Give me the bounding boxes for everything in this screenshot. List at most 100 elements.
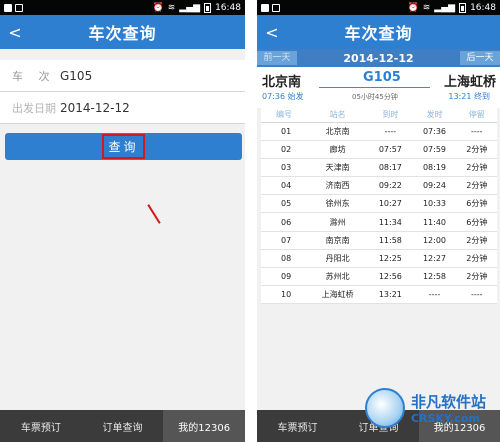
table-row: 04 济南西 09:22 09:24 2分钟	[261, 176, 497, 196]
stop-index: 05	[261, 194, 307, 214]
alarm-icon: ⏰	[407, 2, 419, 13]
table-row: 02 廊坊 07:57 07:59 2分钟	[261, 140, 497, 159]
stop-index: 10	[261, 285, 307, 305]
status-bar: ⏰ ≋ ▂▄▆ 16:48	[0, 0, 245, 15]
query-button[interactable]: 查询	[5, 133, 242, 160]
table-header: 编号 站名 到时 发时 停留	[261, 108, 497, 123]
stop-station: 北京南	[307, 122, 369, 141]
stop-depart: 07:36	[412, 122, 457, 141]
stop-duration: 2分钟	[456, 231, 497, 250]
from-station: 北京南	[262, 75, 302, 90]
signal-icon: ▂▄▆	[434, 2, 456, 13]
tab-order-query[interactable]: 订单查询	[82, 410, 164, 442]
train-number-label: 车 次	[12, 69, 56, 83]
date-switcher: 前一天 2014-12-12 后一天	[257, 49, 500, 67]
stop-depart: 12:27	[412, 249, 457, 269]
app-bar: < 车次查询	[0, 15, 245, 49]
stop-arrive: 10:27	[368, 194, 413, 214]
stop-arrive: ----	[368, 122, 413, 141]
page-title: 车次查询	[88, 24, 157, 43]
notification-icon	[15, 3, 23, 12]
notification-icon	[272, 3, 280, 12]
stop-index: 04	[261, 176, 307, 196]
status-time: 16:48	[470, 2, 496, 13]
stop-duration: ----	[456, 285, 497, 305]
stop-depart: 09:24	[412, 176, 457, 196]
tab-my-12306[interactable]: 我的12306	[163, 410, 245, 442]
left-screen: ⏰ ≋ ▂▄▆ 16:48 < 车次查询 车 次 G105 出发日期 2014-…	[0, 0, 245, 442]
stop-depart: 12:00	[412, 231, 457, 250]
stop-arrive: 07:57	[368, 140, 413, 159]
col-station: 站名	[307, 108, 369, 123]
stop-index: 07	[261, 231, 307, 250]
table-row: 06 滁州 11:34 11:40 6分钟	[261, 212, 497, 232]
stop-duration: 2分钟	[456, 158, 497, 178]
stop-depart: 12:58	[412, 267, 457, 287]
to-station: 上海虹桥	[443, 75, 496, 90]
train-summary: 北京南 07:36 始发 G105 05小时45分钟 上海虹桥 13:21 终到	[257, 67, 500, 108]
stop-depart: 08:19	[412, 158, 457, 178]
stop-arrive: 09:22	[368, 176, 413, 196]
notification-icon	[261, 3, 269, 12]
notification-icon	[4, 3, 12, 12]
tab-book-tickets[interactable]: 车票预订	[257, 410, 338, 442]
stop-station: 廊坊	[307, 140, 369, 159]
stop-index: 01	[261, 122, 307, 141]
stop-index: 09	[261, 267, 307, 287]
departure-date-field[interactable]: 出发日期 2014-12-12	[0, 92, 245, 124]
col-depart: 发时	[412, 108, 457, 123]
tab-book-tickets[interactable]: 车票预订	[0, 410, 82, 442]
stop-arrive: 08:17	[368, 158, 413, 178]
stop-duration: ----	[456, 122, 497, 141]
travel-duration: 05小时45分钟	[352, 93, 398, 101]
stop-duration: 2分钟	[456, 140, 497, 159]
stop-station: 济南西	[307, 176, 369, 196]
stop-depart: 11:40	[412, 212, 457, 232]
back-icon[interactable]: <	[0, 23, 30, 42]
departure-date-value[interactable]: 2014-12-12	[60, 101, 130, 115]
train-number: G105	[363, 70, 401, 85]
stop-depart: 10:33	[412, 194, 457, 214]
signal-icon: ▂▄▆	[179, 2, 201, 13]
col-arrive: 到时	[368, 108, 413, 123]
stop-index: 03	[261, 158, 307, 178]
table-row: 09 苏州北 12:56 12:58 2分钟	[261, 267, 497, 287]
stop-station: 天津南	[307, 158, 369, 178]
train-number-value[interactable]: G105	[60, 69, 92, 83]
table-row: 01 北京南 ---- 07:36 ----	[261, 122, 497, 141]
table-row: 07 南京南 11:58 12:00 2分钟	[261, 231, 497, 250]
stop-duration: 6分钟	[456, 194, 497, 214]
site-watermark: 非凡软件站 CRSKY.com	[364, 388, 486, 428]
table-row: 08 丹阳北 12:25 12:27 2分钟	[261, 249, 497, 269]
route-line	[319, 87, 430, 88]
stop-index: 02	[261, 140, 307, 159]
next-day-button[interactable]: 后一天	[460, 51, 500, 65]
stop-station: 南京南	[307, 231, 369, 250]
stop-arrive: 12:56	[368, 267, 413, 287]
table-row: 05 徐州东 10:27 10:33 6分钟	[261, 194, 497, 214]
prev-day-button[interactable]: 前一天	[257, 51, 297, 65]
stop-station: 上海虹桥	[307, 285, 369, 305]
departure-date-label: 出发日期	[12, 101, 56, 115]
query-button-label: 查询	[102, 134, 145, 159]
stop-arrive: 11:58	[368, 231, 413, 250]
depart-time: 07:36 始发	[262, 92, 304, 101]
watermark-logo-icon	[364, 388, 405, 428]
table-row: 10 上海虹桥 13:21 ---- ----	[261, 285, 497, 305]
battery-icon	[204, 2, 212, 13]
stop-duration: 2分钟	[456, 176, 497, 196]
status-bar: ⏰ ≋ ▂▄▆ 16:48	[257, 0, 500, 15]
stop-duration: 2分钟	[456, 267, 497, 287]
stop-arrive: 13:21	[368, 285, 413, 305]
stop-arrive: 12:25	[368, 249, 413, 269]
back-icon[interactable]: <	[257, 23, 287, 42]
battery-icon	[459, 2, 467, 13]
wifi-icon: ≋	[422, 2, 431, 13]
status-time: 16:48	[215, 2, 241, 13]
train-number-field[interactable]: 车 次 G105	[0, 60, 245, 92]
col-index: 编号	[261, 108, 307, 123]
stops-table: 编号 站名 到时 发时 停留 01 北京南 ---- 07:36 ---- 02 廊坊 07:…	[261, 108, 497, 305]
watermark-cn: 非凡软件站	[410, 393, 486, 411]
bottom-nav: 车票预订 订单查询 我的12306	[0, 410, 245, 442]
stop-index: 06	[261, 212, 307, 232]
